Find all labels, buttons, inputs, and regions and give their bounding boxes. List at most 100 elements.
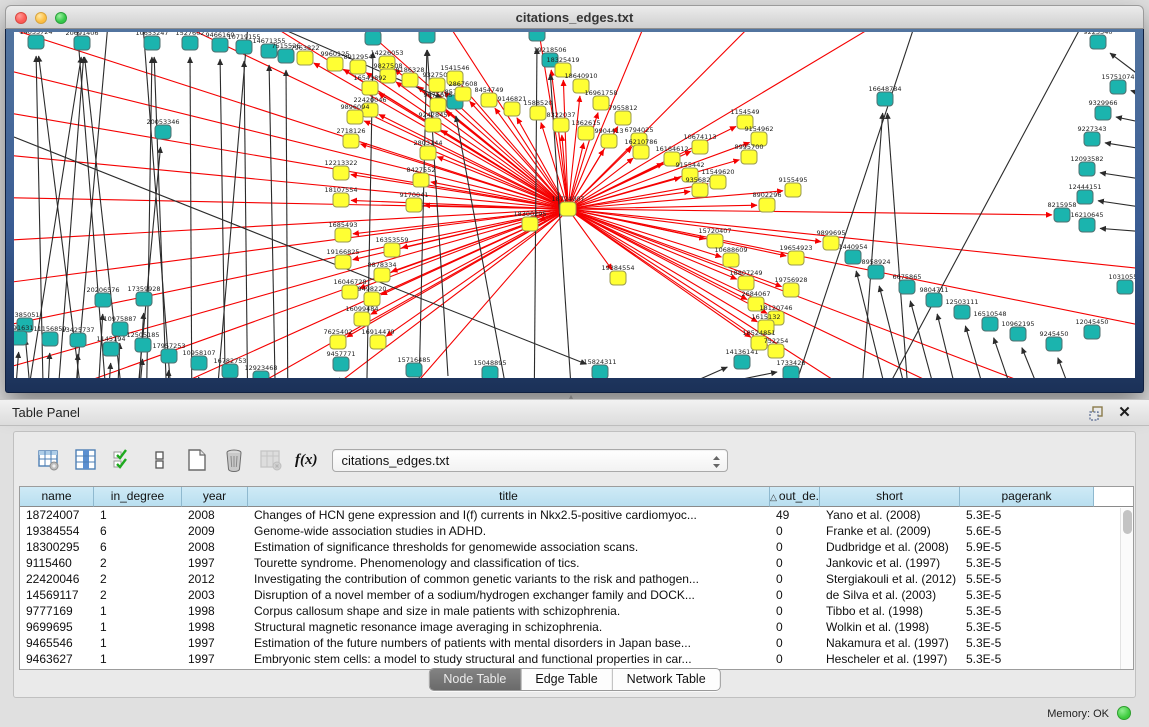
float-panel-icon[interactable] [1088, 405, 1105, 422]
graph-node[interactable] [741, 150, 757, 164]
graph-node[interactable] [601, 134, 617, 148]
graph-node[interactable] [768, 344, 784, 358]
graph-node[interactable] [429, 78, 445, 92]
graph-node[interactable] [845, 250, 861, 264]
graph-node[interactable] [406, 198, 422, 212]
graph-node[interactable] [362, 81, 378, 95]
graph-node[interactable] [1095, 106, 1111, 120]
graph-node[interactable] [14, 331, 27, 345]
column-header-name[interactable]: name [20, 487, 94, 507]
close-panel-icon[interactable]: ✕ [1116, 404, 1133, 421]
graph-node[interactable] [783, 283, 799, 297]
graph-node[interactable] [593, 96, 609, 110]
column-header-in_degree[interactable]: in_degree [94, 487, 182, 507]
select-rows-icon[interactable] [110, 447, 136, 473]
graph-node[interactable] [1046, 337, 1062, 351]
tab-node-table[interactable]: Node Table [429, 669, 521, 690]
graph-node[interactable] [74, 36, 90, 50]
graph-node[interactable] [333, 166, 349, 180]
scrollbar-thumb[interactable] [1123, 510, 1132, 534]
graph-node[interactable] [347, 110, 363, 124]
graph-node[interactable] [374, 268, 390, 282]
graph-node[interactable] [430, 98, 446, 112]
graph-node[interactable] [1084, 132, 1100, 146]
graph-node[interactable] [364, 292, 380, 306]
graph-node[interactable] [413, 173, 429, 187]
column-header-out_de[interactable]: △out_de... [770, 487, 820, 507]
graph-node[interactable] [1010, 327, 1026, 341]
table-settings-icon[interactable] [36, 447, 62, 473]
graph-node[interactable] [734, 355, 750, 369]
graph-node[interactable] [135, 338, 151, 352]
graph-node[interactable] [692, 183, 708, 197]
table-row[interactable]: 977716911998Corpus callosum shape and si… [20, 603, 1133, 619]
show-columns-icon[interactable] [73, 447, 99, 473]
tab-edge-table[interactable]: Edge Table [521, 669, 612, 690]
graph-node[interactable] [335, 255, 351, 269]
graph-node[interactable] [1084, 325, 1100, 339]
graph-node[interactable] [823, 236, 839, 250]
graph-node[interactable] [982, 317, 998, 331]
graph-node[interactable] [182, 36, 198, 50]
graph-node[interactable] [529, 32, 545, 41]
graph-node[interactable] [253, 371, 269, 378]
create-column-icon[interactable] [184, 447, 210, 473]
graph-node[interactable] [222, 364, 238, 378]
graph-node[interactable] [710, 175, 726, 189]
graph-node[interactable] [877, 92, 893, 106]
graph-node[interactable] [530, 106, 546, 120]
graph-node[interactable] [522, 217, 538, 231]
network-graph-canvas[interactable]: 1405572420691406106532471527602946616010… [14, 32, 1135, 378]
table-scrollbar[interactable] [1120, 508, 1133, 669]
graph-node[interactable] [350, 60, 366, 74]
graph-node[interactable] [481, 93, 497, 107]
table-row[interactable]: 1456911722003Disruption of a novel membe… [20, 587, 1133, 603]
graph-node[interactable] [899, 280, 915, 294]
graph-node[interactable] [420, 146, 436, 160]
table-row[interactable]: 1872400712008Changes of HCN gene express… [20, 507, 1133, 523]
graph-node[interactable] [95, 293, 111, 307]
graph-node[interactable] [1090, 35, 1106, 49]
graph-node[interactable] [144, 36, 160, 50]
table-row[interactable]: 911546021997Tourette syndrome. Phenomeno… [20, 555, 1133, 571]
column-header-title[interactable]: title [248, 487, 770, 507]
graph-node[interactable] [692, 140, 708, 154]
column-header-year[interactable]: year [182, 487, 248, 507]
graph-node[interactable] [406, 363, 422, 377]
graph-node[interactable] [419, 32, 435, 43]
column-header-short[interactable]: short [820, 487, 960, 507]
graph-node[interactable] [191, 356, 207, 370]
graph-node[interactable] [738, 276, 754, 290]
graph-node[interactable] [504, 102, 520, 116]
graph-node[interactable] [1054, 208, 1070, 222]
graph-node[interactable] [425, 118, 441, 132]
column-header-pagerank[interactable]: pagerank [960, 487, 1094, 507]
graph-node[interactable] [954, 305, 970, 319]
graph-node[interactable] [592, 365, 608, 378]
table-selector-dropdown[interactable]: citations_edges.txt [332, 449, 728, 472]
graph-node[interactable] [333, 357, 349, 371]
graph-node[interactable] [136, 292, 152, 306]
graph-node[interactable] [236, 40, 252, 54]
graph-node[interactable] [759, 198, 775, 212]
graph-node[interactable] [402, 73, 418, 87]
table-row[interactable]: 969969511998Structural magnetic resonanc… [20, 619, 1133, 635]
table-mode-icon[interactable] [147, 447, 173, 473]
graph-node[interactable] [333, 193, 349, 207]
graph-node[interactable] [212, 38, 228, 52]
graph-node[interactable] [1077, 190, 1093, 204]
graph-node[interactable] [633, 145, 649, 159]
graph-node[interactable] [297, 51, 313, 65]
graph-node[interactable] [384, 243, 400, 257]
graph-node[interactable] [330, 335, 346, 349]
graph-node[interactable] [342, 285, 358, 299]
table-row[interactable]: 1938455462009Genome-wide association stu… [20, 523, 1133, 539]
graph-node[interactable] [343, 134, 359, 148]
graph-node[interactable] [560, 202, 576, 216]
memory-status-indicator[interactable] [1117, 706, 1131, 720]
graph-node[interactable] [1117, 280, 1133, 294]
table-row[interactable]: 946362711997Embryonic stem cells: a mode… [20, 651, 1133, 667]
graph-node[interactable] [788, 251, 804, 265]
graph-node[interactable] [723, 253, 739, 267]
graph-node[interactable] [868, 265, 884, 279]
